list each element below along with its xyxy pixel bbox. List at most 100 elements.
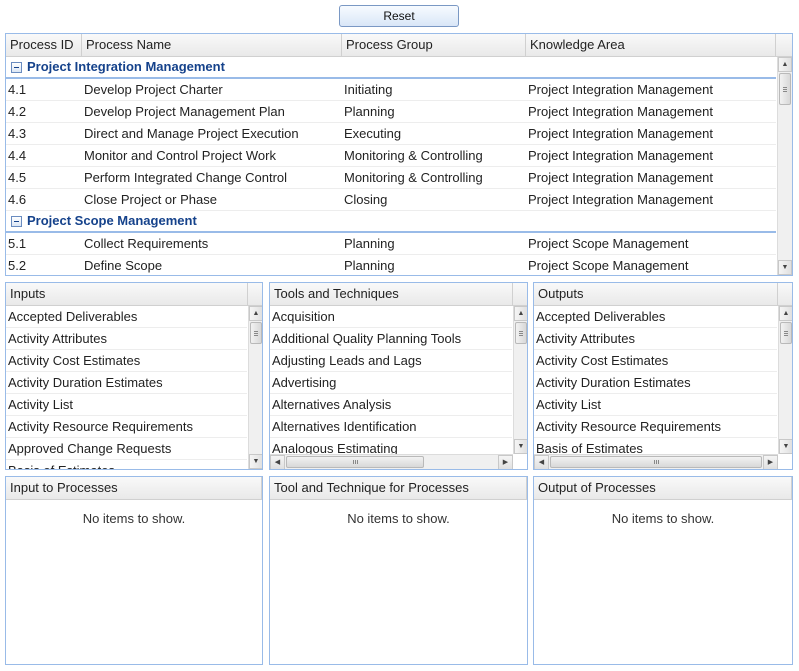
list-item[interactable]: Acquisition xyxy=(270,306,512,328)
scroll-thumb[interactable] xyxy=(779,73,791,105)
input-to-processes-header-label[interactable]: Input to Processes xyxy=(6,477,262,500)
list-item[interactable]: Additional Quality Planning Tools xyxy=(270,328,512,350)
process-group-cell: Closing xyxy=(344,192,388,207)
process-id-cell: 4.3 xyxy=(8,126,27,141)
list-item[interactable]: Activity Resource Requirements xyxy=(6,416,247,438)
outputs-vertical-scrollbar[interactable]: ▲ ▼ xyxy=(778,306,792,454)
list-item[interactable]: Accepted Deliverables xyxy=(534,306,777,328)
output-of-processes-header-label[interactable]: Output of Processes xyxy=(534,477,792,500)
outputs-horizontal-scrollbar[interactable]: ◀ ▶ xyxy=(534,454,778,469)
process-id-cell: 4.5 xyxy=(8,170,27,185)
reset-button[interactable]: Reset xyxy=(339,5,459,27)
list-item-label: Analogous Estimating xyxy=(272,441,398,454)
outputs-header: Outputs xyxy=(534,283,792,306)
scroll-up-button[interactable]: ▲ xyxy=(779,306,792,321)
list-item-label: Adjusting Leads and Lags xyxy=(272,353,422,368)
scroll-up-button[interactable]: ▲ xyxy=(514,306,527,321)
scroll-right-button[interactable]: ▶ xyxy=(763,455,778,469)
inputs-header: Inputs xyxy=(6,283,262,306)
knowledge-area-cell: Project Scope Management xyxy=(528,258,689,273)
tools-vertical-scrollbar[interactable]: ▲ ▼ xyxy=(513,306,527,454)
output-of-processes-header: Output of Processes xyxy=(534,477,792,500)
table-row[interactable]: 4.1 Develop Project Charter Initiating Proj… xyxy=(6,79,776,101)
list-item[interactable]: Activity List xyxy=(534,394,777,416)
list-item[interactable]: Adjusting Leads and Lags xyxy=(270,350,512,372)
tool-for-processes-header: Tool and Technique for Processes xyxy=(270,477,527,500)
list-item[interactable]: Activity Duration Estimates xyxy=(534,372,777,394)
list-item-label: Acquisition xyxy=(272,309,335,324)
collapse-icon[interactable] xyxy=(11,215,22,227)
scroll-left-button[interactable]: ◀ xyxy=(270,455,285,469)
list-item[interactable]: Accepted Deliverables xyxy=(6,306,247,328)
scroll-down-button[interactable]: ▼ xyxy=(779,439,792,454)
process-group-cell: Monitoring & Controlling xyxy=(344,148,483,163)
list-item[interactable]: Activity List xyxy=(6,394,247,416)
list-item-label: Advertising xyxy=(272,375,337,390)
scroll-down-button[interactable]: ▼ xyxy=(514,439,527,454)
list-item[interactable]: Alternatives Identification xyxy=(270,416,512,438)
column-header-process-name[interactable]: Process Name xyxy=(82,34,342,57)
column-header-process-group[interactable]: Process Group xyxy=(342,34,526,57)
process-name-cell: Develop Project Charter xyxy=(84,82,223,97)
scroll-down-button[interactable]: ▼ xyxy=(249,454,262,469)
list-item-label: Activity Attributes xyxy=(8,331,107,346)
processes-grid: Process ID Process Name Process Group Kn… xyxy=(5,33,793,276)
scroll-thumb[interactable] xyxy=(550,456,762,468)
list-item[interactable]: Approved Change Requests xyxy=(6,438,247,460)
list-item[interactable]: Basis of Estimates xyxy=(6,460,247,469)
list-item-label: Activity Resource Requirements xyxy=(8,419,193,434)
process-name-cell: Collect Requirements xyxy=(84,236,209,251)
knowledge-area-cell: Project Integration Management xyxy=(528,82,713,97)
scroll-down-button[interactable]: ▼ xyxy=(778,260,792,275)
scroll-right-button[interactable]: ▶ xyxy=(498,455,513,469)
inputs-header-label[interactable]: Inputs xyxy=(6,283,248,306)
process-name-cell: Close Project or Phase xyxy=(84,192,217,207)
table-row[interactable]: 5.2 Define Scope Planning Project Scope Man… xyxy=(6,255,776,275)
list-item-label: Activity Cost Estimates xyxy=(8,353,141,368)
empty-message: No items to show. xyxy=(611,511,715,526)
scroll-up-button[interactable]: ▲ xyxy=(778,57,792,72)
column-header-process-id[interactable]: Process ID xyxy=(6,34,82,57)
group-row[interactable]: Project Integration Management xyxy=(6,57,776,79)
list-item[interactable]: Advertising xyxy=(270,372,512,394)
collapse-icon[interactable] xyxy=(11,61,22,73)
table-row[interactable]: 4.4 Monitor and Control Project Work Monit… xyxy=(6,145,776,167)
scroll-thumb[interactable] xyxy=(286,456,424,468)
list-item[interactable]: Analogous Estimating xyxy=(270,438,512,454)
column-header-knowledge-area[interactable]: Knowledge Area xyxy=(526,34,776,57)
tool-for-processes-header-label[interactable]: Tool and Technique for Processes xyxy=(270,477,527,500)
table-row[interactable]: 4.2 Develop Project Management Plan Planni… xyxy=(6,101,776,123)
list-item-label: Approved Change Requests xyxy=(8,441,172,456)
empty-message: No items to show. xyxy=(347,511,450,526)
list-item[interactable]: Alternatives Analysis xyxy=(270,394,512,416)
list-item[interactable]: Activity Attributes xyxy=(6,328,247,350)
table-row[interactable]: 5.1 Collect Requirements Planning Project S… xyxy=(6,233,776,255)
list-item[interactable]: Activity Cost Estimates xyxy=(534,350,777,372)
tools-horizontal-scrollbar[interactable]: ◀ ▶ xyxy=(270,454,513,469)
list-item[interactable]: Activity Duration Estimates xyxy=(6,372,247,394)
inputs-list-body: Accepted Deliverables Activity Attributes… xyxy=(6,306,247,469)
process-group-cell: Initiating xyxy=(344,82,393,97)
tools-header-label[interactable]: Tools and Techniques xyxy=(270,283,513,306)
list-item[interactable]: Activity Attributes xyxy=(534,328,777,350)
scroll-thumb[interactable] xyxy=(250,322,262,344)
table-row[interactable]: 4.3 Direct and Manage Project Execution Ex… xyxy=(6,123,776,145)
knowledge-area-cell: Project Integration Management xyxy=(528,192,713,207)
list-item-label: Additional Quality Planning Tools xyxy=(272,331,462,346)
group-row[interactable]: Project Scope Management xyxy=(6,211,776,233)
list-item[interactable]: Basis of Estimates xyxy=(534,438,777,454)
processes-vertical-scrollbar[interactable]: ▲ ▼ xyxy=(777,57,792,275)
scroll-thumb[interactable] xyxy=(780,322,792,344)
table-row[interactable]: 4.5 Perform Integrated Change Control Moni… xyxy=(6,167,776,189)
knowledge-area-cell: Project Scope Management xyxy=(528,236,689,251)
outputs-header-label[interactable]: Outputs xyxy=(534,283,778,306)
scroll-up-button[interactable]: ▲ xyxy=(249,306,262,321)
process-id-cell: 4.1 xyxy=(8,82,27,97)
list-item[interactable]: Activity Resource Requirements xyxy=(534,416,777,438)
table-row[interactable]: 4.6 Close Project or Phase Closing Project … xyxy=(6,189,776,211)
scroll-thumb[interactable] xyxy=(515,322,527,344)
list-item[interactable]: Activity Cost Estimates xyxy=(6,350,247,372)
inputs-vertical-scrollbar[interactable]: ▲ ▼ xyxy=(248,306,262,469)
processes-grid-body: Project Integration Management 4.1 Develop… xyxy=(6,57,776,275)
scroll-left-button[interactable]: ◀ xyxy=(534,455,549,469)
